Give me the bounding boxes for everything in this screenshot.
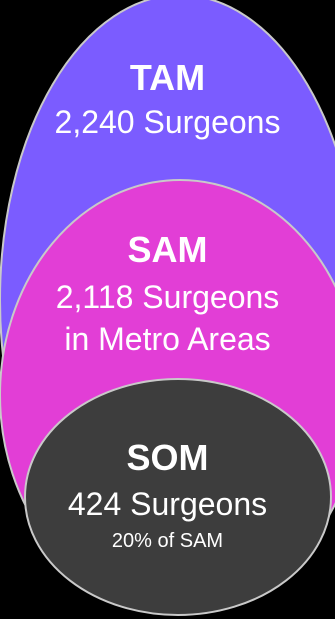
sam-value-line2: in Metro Areas bbox=[64, 321, 271, 357]
tam-title: TAM bbox=[129, 57, 206, 98]
sam-value-line1: 2,118 Surgeons bbox=[55, 279, 280, 315]
tam-value: 2,240 Surgeons bbox=[54, 104, 281, 140]
som-title: SOM bbox=[126, 437, 209, 478]
som-value: 424 Surgeons bbox=[67, 486, 268, 522]
sam-title: SAM bbox=[127, 229, 208, 270]
som-note: 20% of SAM bbox=[111, 530, 224, 552]
